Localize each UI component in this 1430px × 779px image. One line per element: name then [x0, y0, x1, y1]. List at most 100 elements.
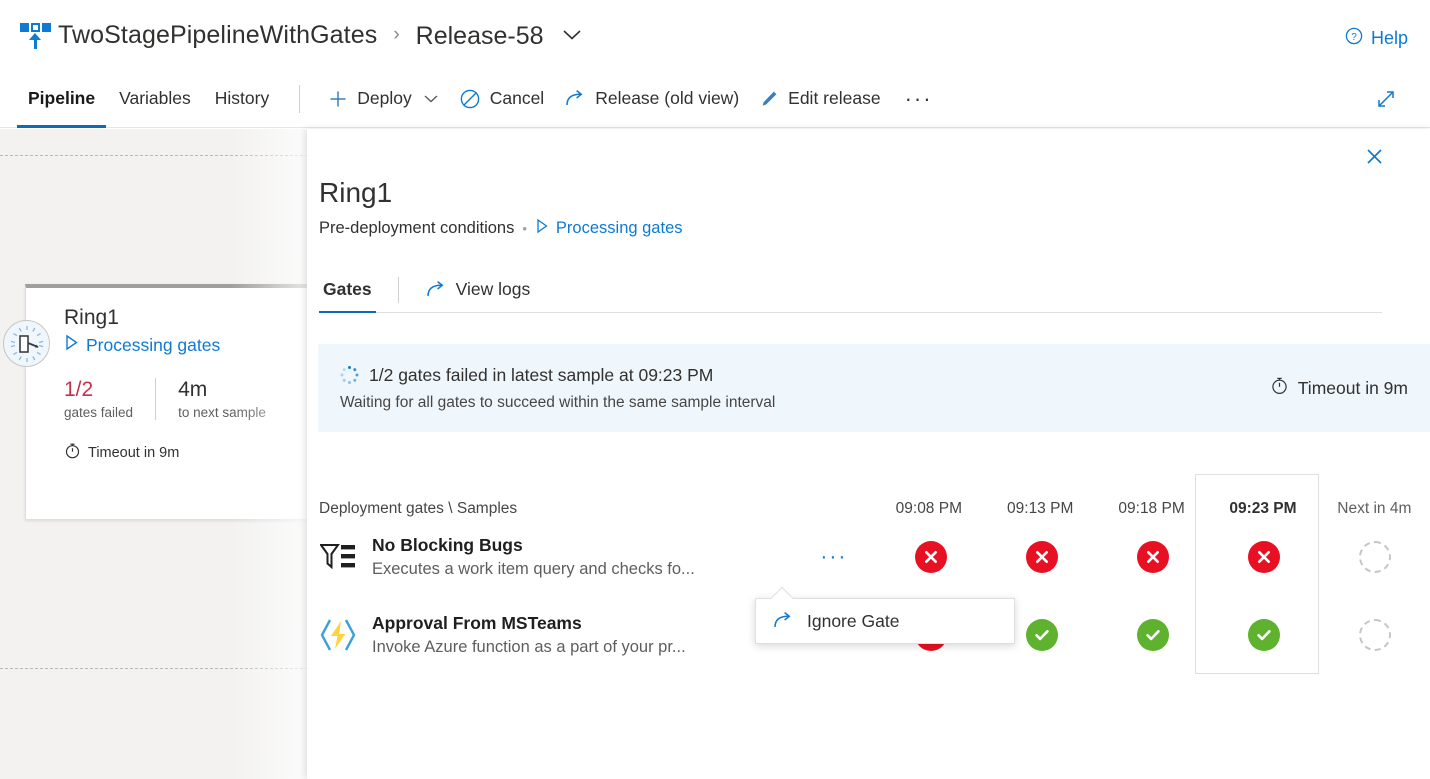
close-icon[interactable] [1358, 140, 1390, 172]
gate-result-cell [1319, 619, 1430, 651]
navigate-external-icon [425, 280, 447, 300]
gate-result-cell [876, 541, 987, 573]
plus-icon [328, 89, 348, 109]
work-item-query-icon [318, 537, 358, 577]
play-triangle-icon [64, 334, 79, 356]
view-logs-button[interactable]: View logs [421, 267, 535, 312]
gates-table-header: Deployment gates \ Samples 09:08 PM 09:1… [318, 474, 1430, 518]
edit-release-label: Edit release [788, 88, 881, 108]
status-failed-icon [1247, 541, 1280, 573]
chevron-down-icon[interactable] [423, 88, 439, 109]
panel-status-link[interactable]: Processing gates [535, 218, 683, 239]
gate-description: Executes a work item query and checks fo… [372, 559, 695, 578]
timer-icon [1270, 376, 1289, 400]
stage-card-timeout: Timeout in 9m [64, 442, 296, 463]
edit-release-button[interactable]: Edit release [749, 82, 890, 115]
gate-info: No Blocking Bugs Executes a work item qu… [372, 535, 792, 580]
breadcrumb-release-name[interactable]: Release-58 [416, 19, 583, 51]
subtitle-dot-separator: • [522, 220, 527, 236]
banner-timeout-text: Timeout in 9m [1297, 377, 1408, 398]
gate-name: No Blocking Bugs [372, 534, 523, 555]
stage-card-status-text: Processing gates [86, 334, 221, 355]
column-header-sample-4-current: 09:23 PM [1229, 500, 1297, 517]
banner-timeout: Timeout in 9m [1270, 376, 1430, 400]
page-title: Ring1 [319, 177, 393, 208]
release-old-view-label: Release (old view) [595, 88, 740, 108]
deploy-label: Deploy [357, 88, 412, 108]
banner-text-block: 1/2 gates failed in latest sample at 09:… [318, 365, 1270, 412]
deploy-button[interactable]: Deploy [318, 82, 448, 115]
status-failed-icon [1136, 541, 1169, 573]
release-name-text: Release-58 [415, 22, 544, 50]
gates-table: Deployment gates \ Samples 09:08 PM 09:1… [318, 474, 1430, 674]
full-screen-icon[interactable] [1374, 87, 1398, 116]
panel-subtitle-text: Pre-deployment conditions [319, 218, 515, 237]
tab-pipeline[interactable]: Pipeline [16, 70, 107, 128]
help-button[interactable]: ? Help [1345, 27, 1408, 50]
status-passed-icon [1026, 619, 1059, 651]
command-bar-divider [299, 84, 301, 113]
gate-info: Approval From MSTeams Invoke Azure funct… [372, 613, 792, 658]
cancel-label: Cancel [489, 88, 545, 108]
ignore-gate-callout[interactable]: Ignore Gate [755, 586, 1015, 644]
column-header-sample-1: 09:08 PM [895, 500, 962, 517]
pencil-icon [759, 89, 779, 109]
cancel-circle-icon [459, 88, 481, 110]
play-triangle-icon [535, 218, 549, 239]
stat-divider [155, 378, 157, 421]
command-bar-overflow-button[interactable]: ··· [891, 87, 947, 109]
column-header-sample-3: 09:18 PM [1118, 500, 1185, 517]
tab-history[interactable]: History [203, 70, 281, 128]
column-header-gates: Deployment gates \ Samples [319, 500, 518, 517]
gates-detail-panel: Ring1 Pre-deployment conditions • Proces… [307, 129, 1430, 779]
help-label: Help [1370, 28, 1408, 48]
gate-name: Approval From MSTeams [372, 612, 582, 633]
cancel-button[interactable]: Cancel [449, 82, 554, 116]
status-passed-icon [1247, 619, 1280, 651]
gate-description: Invoke Azure function as a part of your … [372, 637, 686, 656]
stat-gates-failed: 1/2 gates failed [64, 378, 155, 420]
navigate-external-icon [772, 611, 794, 631]
banner-headline-row: 1/2 gates failed in latest sample at 09:… [340, 365, 1270, 386]
stage-card-status[interactable]: Processing gates [64, 334, 296, 356]
gate-more-actions-button[interactable]: ··· [792, 546, 876, 567]
breadcrumb-pipeline-name[interactable]: TwoStagePipelineWithGates [58, 21, 377, 50]
stat-gates-failed-label: gates failed [64, 405, 134, 421]
gate-result-cell [987, 541, 1098, 573]
loading-spinner-icon [340, 366, 358, 384]
banner-subline: Waiting for all gates to succeed within … [340, 393, 776, 411]
breadcrumb-separator: › [393, 24, 400, 45]
tab-variables[interactable]: Variables [107, 70, 203, 128]
status-passed-icon [1136, 619, 1169, 651]
view-logs-label: View logs [455, 279, 531, 300]
gate-result-cell [1319, 541, 1430, 573]
ignore-gate-label: Ignore Gate [807, 610, 900, 631]
tab-gates[interactable]: Gates [319, 267, 376, 314]
status-pending-icon [1358, 541, 1391, 573]
navigate-external-icon [564, 89, 586, 109]
stat-gates-failed-value: 1/2 [64, 378, 94, 402]
pipeline-tabs: Pipeline Variables History [0, 70, 281, 128]
panel-tabs-divider [397, 276, 399, 303]
canvas-dashed-line [0, 155, 328, 156]
gate-result-cell [1097, 619, 1208, 651]
stat-next-sample-value: 4m [178, 378, 208, 402]
panel-tabs: Gates View logs [319, 267, 1382, 314]
table-row[interactable]: No Blocking Bugs Executes a work item qu… [318, 518, 1430, 596]
column-header-sample-next: Next in 4m [1337, 500, 1412, 517]
stat-next-sample-label: to next sample [178, 405, 266, 421]
svg-text:?: ? [1351, 32, 1357, 43]
column-header-sample-2: 09:13 PM [1007, 500, 1074, 517]
chevron-down-icon[interactable] [562, 19, 582, 48]
gates-status-banner: 1/2 gates failed in latest sample at 09:… [318, 344, 1430, 432]
banner-headline: 1/2 gates failed in latest sample at 09:… [369, 364, 714, 385]
canvas-dashed-line [0, 668, 328, 669]
status-failed-icon [1026, 541, 1059, 573]
stage-card-ring1[interactable]: Ring1 Processing gates 1/2 gates failed … [25, 284, 315, 520]
timer-icon [64, 442, 81, 463]
ignore-gate-menu-item[interactable]: Ignore Gate [756, 599, 1014, 643]
release-old-view-button[interactable]: Release (old view) [554, 82, 749, 115]
gates-clock-icon [3, 320, 50, 367]
breadcrumb: TwoStagePipelineWithGates › Release-58 [0, 18, 582, 52]
status-pending-icon [1358, 619, 1391, 651]
